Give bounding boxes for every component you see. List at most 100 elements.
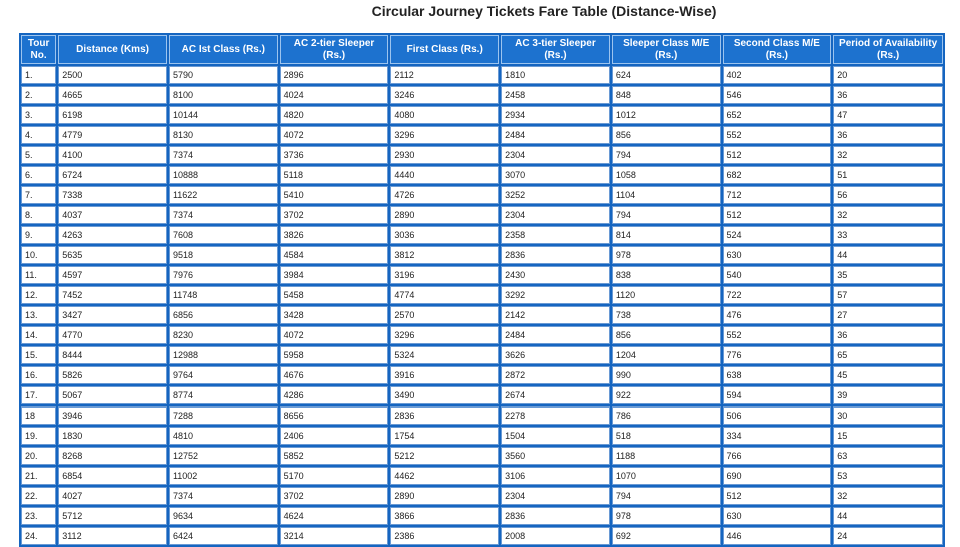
cell-distance: 2500: [58, 66, 167, 84]
cell-distance: 5826: [58, 366, 167, 384]
cell-first-class: 2836: [390, 406, 500, 425]
cell-ac-2-tier: 3984: [279, 266, 389, 284]
cell-ac-first-class: 8230: [168, 326, 278, 344]
table-row: 21. 6854 11002 5170 4462 3106 1070 690 53: [21, 467, 943, 485]
table-row: 3. 6198 10144 4820 4080 2934 1012 652 47: [21, 106, 943, 124]
cell-first-class: 2890: [390, 206, 500, 224]
cell-distance: 4263: [58, 226, 167, 244]
cell-distance: 7452: [58, 286, 167, 304]
cell-period: 63: [833, 447, 943, 465]
cell-second-class: 512: [722, 146, 832, 164]
cell-ac-2-tier: 5458: [279, 286, 389, 304]
cell-first-class: 1754: [390, 427, 500, 445]
cell-ac-first-class: 10144: [168, 106, 278, 124]
fare-table-body: 1. 2500 5790 2896 2112 1810 624 402 20 2. 4665 8100…: [21, 66, 943, 545]
cell-period: 32: [833, 487, 943, 505]
cell-second-class: 402: [722, 66, 832, 84]
cell-ac-3-tier: 2304: [501, 206, 610, 224]
cell-sleeper-class: 978: [611, 507, 721, 525]
cell-distance: 4100: [58, 146, 167, 164]
cell-distance: 4779: [58, 126, 167, 144]
cell-first-class: 2930: [390, 146, 500, 164]
cell-ac-3-tier: 2430: [501, 266, 610, 284]
table-row: 22. 4027 7374 3702 2890 2304 794 512 32: [21, 487, 943, 505]
cell-ac-first-class: 8774: [168, 386, 278, 404]
header-sleeper-class: Sleeper Class M/E (Rs.): [611, 35, 721, 64]
cell-period: 36: [833, 126, 943, 144]
cell-ac-first-class: 4810: [168, 427, 278, 445]
table-row: 11. 4597 7976 3984 3196 2430 838 540 35: [21, 266, 943, 284]
header-second-class: Second Class M/E (Rs.): [722, 35, 832, 64]
cell-first-class: 3296: [390, 326, 500, 344]
header-period: Period of Availability (Rs.): [833, 35, 943, 64]
cell-ac-3-tier: 2836: [501, 507, 610, 525]
cell-second-class: 776: [722, 346, 832, 364]
cell-period: 36: [833, 86, 943, 104]
cell-distance: 4037: [58, 206, 167, 224]
cell-period: 24: [833, 527, 943, 545]
cell-tour-no: 20.: [21, 447, 57, 465]
table-row: 23. 5712 9634 4624 3866 2836 978 630 44: [21, 507, 943, 525]
cell-sleeper-class: 848: [611, 86, 721, 104]
header-row: Tour No. Distance (Kms) AC Ist Class (Rs…: [21, 35, 943, 64]
cell-ac-3-tier: 3106: [501, 467, 610, 485]
table-row: 1. 2500 5790 2896 2112 1810 624 402 20: [21, 66, 943, 84]
cell-ac-3-tier: 2142: [501, 306, 610, 324]
cell-first-class: 4440: [390, 166, 500, 184]
cell-ac-first-class: 11002: [168, 467, 278, 485]
cell-ac-3-tier: 2008: [501, 527, 610, 545]
cell-sleeper-class: 1012: [611, 106, 721, 124]
cell-second-class: 334: [722, 427, 832, 445]
cell-ac-3-tier: 2674: [501, 386, 610, 404]
cell-sleeper-class: 624: [611, 66, 721, 84]
cell-ac-first-class: 7288: [168, 406, 278, 425]
cell-ac-3-tier: 2484: [501, 326, 610, 344]
cell-sleeper-class: 794: [611, 487, 721, 505]
cell-period: 20: [833, 66, 943, 84]
cell-ac-2-tier: 3826: [279, 226, 389, 244]
cell-period: 51: [833, 166, 943, 184]
cell-ac-first-class: 8130: [168, 126, 278, 144]
cell-ac-first-class: 8100: [168, 86, 278, 104]
cell-ac-first-class: 7374: [168, 206, 278, 224]
cell-ac-2-tier: 4584: [279, 246, 389, 264]
cell-second-class: 476: [722, 306, 832, 324]
cell-second-class: 630: [722, 246, 832, 264]
cell-second-class: 594: [722, 386, 832, 404]
cell-ac-first-class: 7608: [168, 226, 278, 244]
cell-period: 57: [833, 286, 943, 304]
cell-ac-2-tier: 5118: [279, 166, 389, 184]
cell-ac-2-tier: 3214: [279, 527, 389, 545]
cell-second-class: 722: [722, 286, 832, 304]
cell-first-class: 3490: [390, 386, 500, 404]
header-ac-2-tier: AC 2-tier Sleeper (Rs.): [279, 35, 389, 64]
cell-second-class: 766: [722, 447, 832, 465]
cell-distance: 3427: [58, 306, 167, 324]
cell-ac-first-class: 5790: [168, 66, 278, 84]
header-ac-first-class: AC Ist Class (Rs.): [168, 35, 278, 64]
cell-first-class: 2570: [390, 306, 500, 324]
cell-ac-3-tier: 2458: [501, 86, 610, 104]
cell-tour-no: 19.: [21, 427, 57, 445]
cell-ac-first-class: 12752: [168, 447, 278, 465]
cell-ac-first-class: 10888: [168, 166, 278, 184]
cell-second-class: 506: [722, 406, 832, 425]
cell-first-class: 3296: [390, 126, 500, 144]
cell-tour-no: 8.: [21, 206, 57, 224]
cell-ac-3-tier: 2836: [501, 246, 610, 264]
cell-first-class: 4726: [390, 186, 500, 204]
cell-tour-no: 4.: [21, 126, 57, 144]
cell-period: 45: [833, 366, 943, 384]
cell-sleeper-class: 838: [611, 266, 721, 284]
cell-sleeper-class: 794: [611, 206, 721, 224]
cell-sleeper-class: 990: [611, 366, 721, 384]
cell-ac-first-class: 12988: [168, 346, 278, 364]
cell-period: 56: [833, 186, 943, 204]
cell-tour-no: 12.: [21, 286, 57, 304]
cell-tour-no: 15.: [21, 346, 57, 364]
cell-second-class: 512: [722, 487, 832, 505]
cell-sleeper-class: 1058: [611, 166, 721, 184]
cell-second-class: 552: [722, 326, 832, 344]
cell-second-class: 712: [722, 186, 832, 204]
cell-tour-no: 9.: [21, 226, 57, 244]
